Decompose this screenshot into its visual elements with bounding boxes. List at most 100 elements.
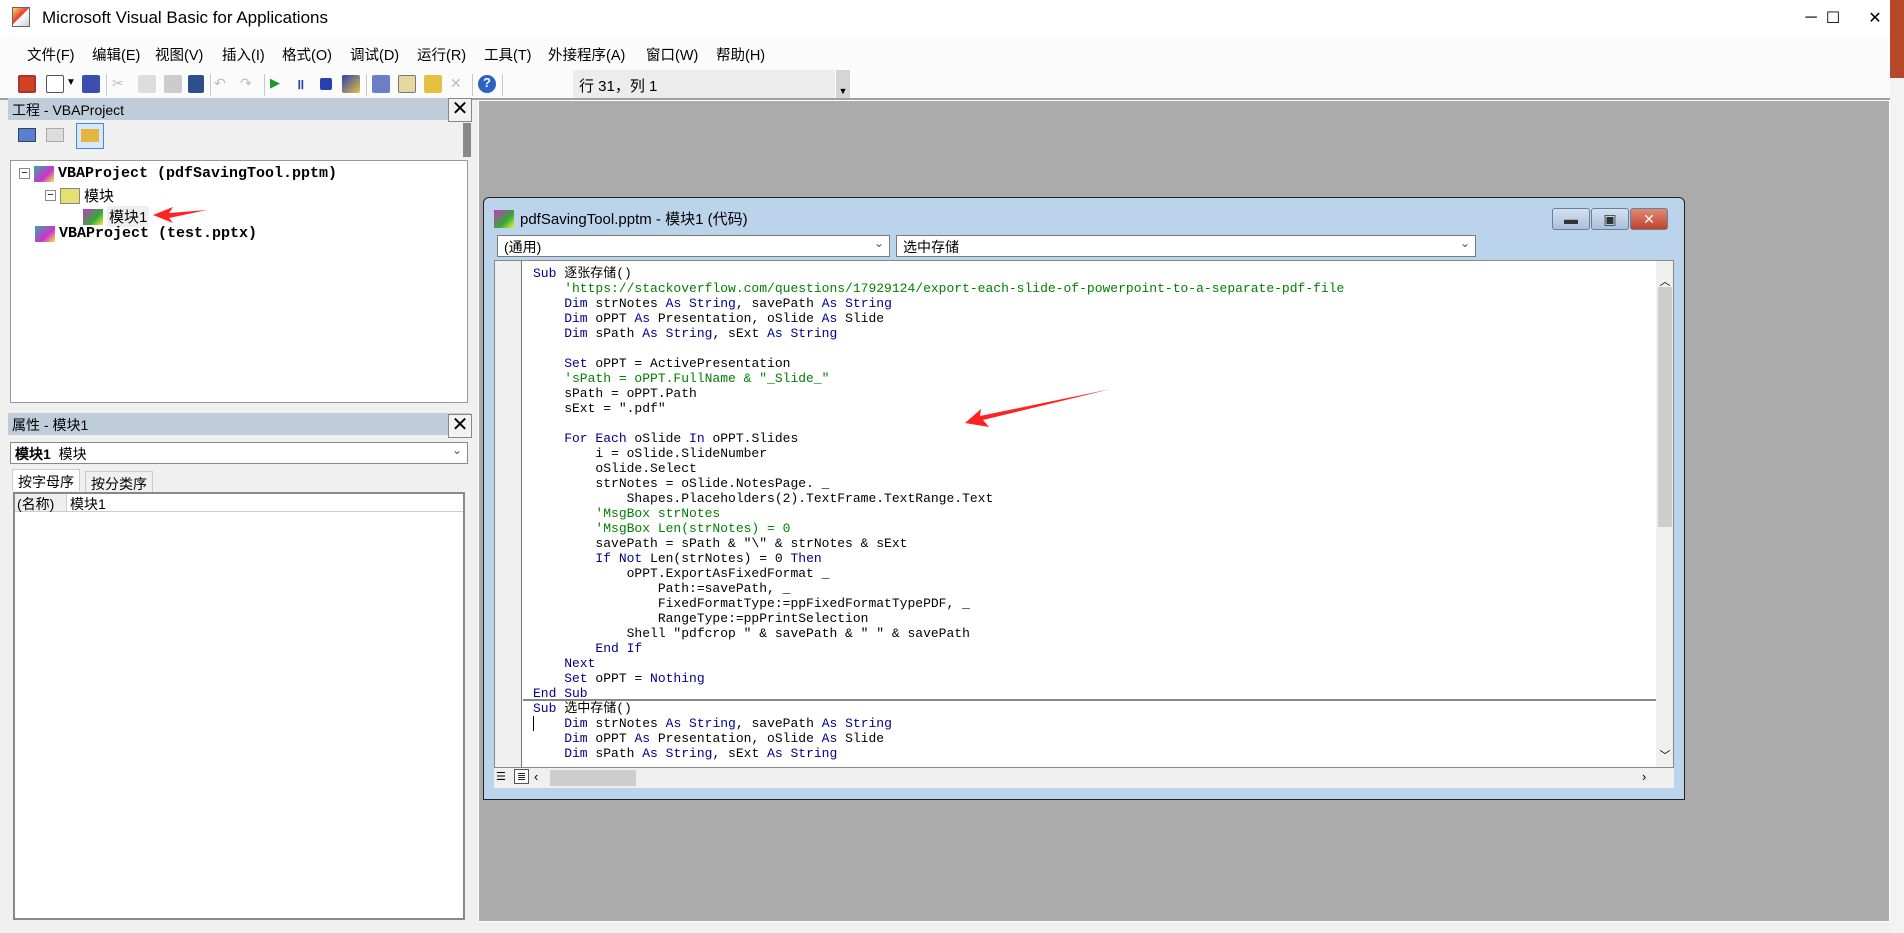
code-line[interactable]: Set oPPT = Nothing xyxy=(533,671,1344,686)
menu-help[interactable]: 帮助(H) xyxy=(716,44,765,65)
object-dropdown[interactable]: (通用) ⌄ xyxy=(497,235,890,257)
menu-addins[interactable]: 外接程序(A) xyxy=(548,44,625,65)
toolbar-overflow-button[interactable]: ▼ xyxy=(836,70,850,98)
horizontal-scroll-thumb[interactable] xyxy=(550,770,636,786)
undo-icon[interactable]: ↶ xyxy=(214,75,232,93)
properties-object-dropdown[interactable]: 模块1 模块 ⌄ xyxy=(10,442,468,464)
code-line[interactable]: Shell "pdfcrop " & savePath & " " & save… xyxy=(533,626,1344,641)
code-line[interactable]: sExt = ".pdf" xyxy=(533,401,1344,416)
procedure-view-button[interactable]: ☰ xyxy=(496,770,506,783)
reset-icon[interactable] xyxy=(320,78,332,90)
code-line[interactable]: Dim strNotes As String, savePath As Stri… xyxy=(533,296,1344,311)
userform-icon[interactable] xyxy=(46,75,64,93)
code-line[interactable]: Dim sPath As String, sExt As String xyxy=(533,326,1344,341)
redo-icon[interactable]: ↷ xyxy=(240,75,258,93)
horizontal-scrollbar[interactable]: ☰ ≣ ‹ › xyxy=(494,768,1674,788)
code-line[interactable]: savePath = sPath & "\" & strNotes & sExt xyxy=(533,536,1344,551)
tree-node-pdfsavingtool[interactable]: − VBAProject (pdfSavingTool.pptm) xyxy=(19,165,337,182)
scroll-right-icon[interactable]: › xyxy=(1642,769,1646,784)
scroll-left-icon[interactable]: ‹ xyxy=(534,769,538,784)
code-line[interactable]: Sub 选中存储() xyxy=(533,701,1344,716)
close-button[interactable]: ✕ xyxy=(1860,0,1890,36)
full-module-view-button[interactable]: ≣ xyxy=(514,769,530,784)
code-line[interactable]: i = oSlide.SlideNumber xyxy=(533,446,1344,461)
code-line[interactable]: Dim strNotes As String, savePath As Stri… xyxy=(533,716,1344,731)
code-line[interactable]: Set oPPT = ActivePresentation xyxy=(533,356,1344,371)
annotation-arrow xyxy=(153,207,207,223)
code-editor[interactable]: Sub 逐张存储() 'https://stackoverflow.com/qu… xyxy=(494,260,1674,768)
project-explorer-icon[interactable] xyxy=(372,75,390,93)
view-code-icon[interactable] xyxy=(18,128,36,142)
collapse-icon[interactable]: − xyxy=(45,190,56,201)
properties-icon[interactable] xyxy=(398,75,416,93)
code-maximize-button[interactable]: ▣ xyxy=(1591,208,1629,230)
code-line[interactable]: sPath = oPPT.Path xyxy=(533,386,1344,401)
project-close-button[interactable]: ✕ xyxy=(448,98,472,122)
properties-close-button[interactable]: ✕ xyxy=(448,414,472,438)
toolbox-icon[interactable]: ✕ xyxy=(450,75,468,93)
property-row[interactable]: (名称) 模块1 xyxy=(15,494,463,512)
code-minimize-button[interactable]: ▬ xyxy=(1552,208,1590,230)
menu-edit[interactable]: 编辑(E) xyxy=(92,44,140,65)
view-object-icon[interactable] xyxy=(46,128,64,142)
design-mode-icon[interactable] xyxy=(342,75,360,93)
code-line[interactable]: Sub 逐张存储() xyxy=(533,266,1344,281)
menu-view[interactable]: 视图(V) xyxy=(155,44,203,65)
code-line[interactable]: FixedFormatType:=ppFixedFormatTypePDF, _ xyxy=(533,596,1344,611)
vertical-scroll-thumb[interactable] xyxy=(1658,287,1672,527)
cut-icon[interactable]: ✂ xyxy=(112,75,130,93)
code-line[interactable]: 'sPath = oPPT.FullName & "_Slide_" xyxy=(533,371,1344,386)
margin-indicator-bar[interactable] xyxy=(495,261,522,767)
toggle-folders-button[interactable] xyxy=(76,123,104,149)
code-line[interactable]: strNotes = oSlide.NotesPage. _ xyxy=(533,476,1344,491)
menu-insert[interactable]: 插入(I) xyxy=(222,44,265,65)
code-line[interactable]: RangeType:=ppPrintSelection xyxy=(533,611,1344,626)
menu-tools[interactable]: 工具(T) xyxy=(484,44,532,65)
help-icon[interactable]: ? xyxy=(478,75,496,93)
code-line[interactable]: Shapes.Placeholders(2).TextFrame.TextRan… xyxy=(533,491,1344,506)
tree-node-modules-folder[interactable]: − 模块 xyxy=(45,185,114,206)
code-line[interactable] xyxy=(533,416,1344,431)
menu-format[interactable]: 格式(O) xyxy=(282,44,332,65)
find-icon[interactable] xyxy=(188,75,204,93)
menu-debug[interactable]: 调试(D) xyxy=(350,44,399,65)
pause-icon[interactable]: ॥ xyxy=(296,75,314,93)
code-line[interactable]: 'https://stackoverflow.com/questions/179… xyxy=(533,281,1344,296)
menu-file[interactable]: 文件(F) xyxy=(27,44,75,65)
code-close-button[interactable]: ✕ xyxy=(1630,208,1668,230)
code-line[interactable] xyxy=(533,341,1344,356)
tree-node-test[interactable]: VBAProject (test.pptx) xyxy=(35,225,257,242)
maximize-button[interactable]: ☐ xyxy=(1804,0,1862,36)
code-text: RangeType:=ppPrintSelection xyxy=(533,611,869,626)
run-icon[interactable]: ▶ xyxy=(270,75,288,93)
dropdown-icon[interactable]: ▼ xyxy=(66,77,76,95)
scroll-down-icon[interactable]: ﹀ xyxy=(1656,747,1673,763)
tab-alphabetic[interactable]: 按字母序 xyxy=(12,469,80,491)
code-line[interactable]: 'MsgBox strNotes xyxy=(533,506,1344,521)
tree-node-module1[interactable]: 模块1 xyxy=(83,206,150,227)
paste-icon[interactable] xyxy=(164,75,182,93)
code-line[interactable]: Dim oPPT As Presentation, oSlide As Slid… xyxy=(533,731,1344,746)
copy-icon[interactable] xyxy=(138,75,156,93)
code-line[interactable]: Next xyxy=(533,656,1344,671)
code-line[interactable]: End If xyxy=(533,641,1344,656)
code-line[interactable]: oPPT.ExportAsFixedFormat _ xyxy=(533,566,1344,581)
tab-categorized[interactable]: 按分类序 xyxy=(85,471,153,493)
panel-scroll-handle[interactable] xyxy=(463,123,471,157)
collapse-icon[interactable]: − xyxy=(19,168,30,179)
code-line[interactable]: Dim oPPT As Presentation, oSlide As Slid… xyxy=(533,311,1344,326)
code-line[interactable]: If Not Len(strNotes) = 0 Then xyxy=(533,551,1344,566)
save-icon[interactable] xyxy=(82,75,100,93)
procedure-dropdown[interactable]: 选中存储 ⌄ xyxy=(896,235,1476,257)
powerpoint-icon[interactable] xyxy=(18,75,36,93)
code-line[interactable]: Dim sPath As String, sExt As String xyxy=(533,746,1344,761)
code-line[interactable]: oSlide.Select xyxy=(533,461,1344,476)
object-browser-icon[interactable] xyxy=(424,75,442,93)
code-line[interactable]: For Each oSlide In oPPT.Slides xyxy=(533,431,1344,446)
vertical-scrollbar[interactable]: ︿ ﹀ xyxy=(1656,261,1673,767)
menu-run[interactable]: 运行(R) xyxy=(417,44,466,65)
code-keyword: Sub xyxy=(533,701,565,716)
menu-window[interactable]: 窗口(W) xyxy=(646,44,698,65)
code-line[interactable]: Path:=savePath, _ xyxy=(533,581,1344,596)
code-line[interactable]: 'MsgBox Len(strNotes) = 0 xyxy=(533,521,1344,536)
